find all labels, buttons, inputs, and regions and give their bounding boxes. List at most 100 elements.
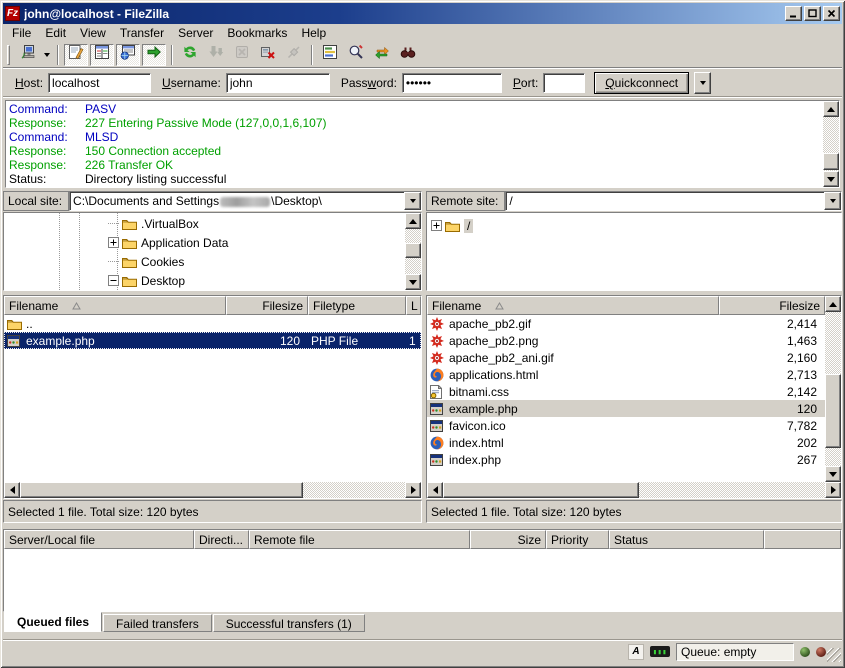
menu-item-server[interactable]: Server <box>171 24 220 42</box>
queue-toggle-button[interactable] <box>142 44 166 66</box>
scroll-left-button[interactable] <box>4 482 20 498</box>
local-tree-scrollbar[interactable] <box>405 213 421 290</box>
site-manager-dropdown[interactable] <box>40 44 53 66</box>
column-header-filesize[interactable]: Filesize <box>719 296 825 315</box>
file-row[interactable]: favicon.ico7,782 <box>427 417 825 434</box>
scroll-up-button[interactable] <box>823 101 839 117</box>
file-row[interactable]: apache_pb2.png1,463 <box>427 332 825 349</box>
find-files-button[interactable] <box>396 44 420 66</box>
scroll-down-button[interactable] <box>823 171 839 187</box>
toolbar-grip[interactable] <box>7 45 10 65</box>
queue-column-status[interactable]: Status <box>609 530 764 549</box>
column-header-filesize[interactable]: Filesize <box>226 296 308 315</box>
file-row[interactable]: applications.html2,713 <box>427 366 825 383</box>
queue-column-blank[interactable] <box>764 530 841 549</box>
scroll-thumb[interactable] <box>405 243 421 258</box>
close-button[interactable] <box>823 6 840 21</box>
menu-item-edit[interactable]: Edit <box>38 24 73 42</box>
tree-item-desktop[interactable]: Desktop <box>108 271 185 290</box>
tree-item--virtualbox[interactable]: .VirtualBox <box>108 214 199 233</box>
scroll-thumb[interactable] <box>443 482 639 498</box>
file-row[interactable]: example.php120 <box>427 400 825 417</box>
title-bar[interactable]: Fz john@localhost - FileZilla <box>3 3 842 24</box>
remote-directory-tree[interactable]: / <box>427 213 841 290</box>
scroll-thumb[interactable] <box>20 482 303 498</box>
quickconnect-button[interactable]: Quickconnect <box>594 72 689 94</box>
queue-column-priority[interactable]: Priority <box>546 530 609 549</box>
queue-column-remote-file[interactable]: Remote file <box>249 530 470 549</box>
tree-item-cookies[interactable]: Cookies <box>108 252 184 271</box>
remote-hscrollbar[interactable] <box>427 482 841 498</box>
resize-grip[interactable] <box>827 648 841 662</box>
column-header-l[interactable]: L <box>406 296 421 315</box>
directory-comparison-button[interactable] <box>344 44 368 66</box>
file-row[interactable]: index.php267 <box>427 451 825 468</box>
local-site-dropdown[interactable] <box>404 192 421 210</box>
menu-item-bookmarks[interactable]: Bookmarks <box>220 24 294 42</box>
remote-vscrollbar[interactable] <box>825 296 841 482</box>
menu-item-view[interactable]: View <box>73 24 113 42</box>
tab-queued-files[interactable]: Queued files <box>4 612 102 632</box>
host-input[interactable] <box>48 73 151 93</box>
queue-body[interactable] <box>4 549 841 611</box>
menu-item-transfer[interactable]: Transfer <box>113 24 171 42</box>
local-tree-toggle-button[interactable] <box>90 44 114 66</box>
log-scrollbar[interactable] <box>823 101 839 187</box>
tree-expander[interactable] <box>108 237 119 248</box>
synchronized-browsing-button[interactable] <box>370 44 394 66</box>
tab-failed-transfers[interactable]: Failed transfers <box>103 614 212 632</box>
minimize-button[interactable] <box>785 6 802 21</box>
file-row[interactable]: .. <box>4 315 421 332</box>
disconnect-button[interactable] <box>256 44 280 66</box>
file-row[interactable]: index.html202 <box>427 434 825 451</box>
local-site-combobox[interactable]: C:\Documents and Settings\Desktop\ <box>69 191 422 211</box>
queue-column-size[interactable]: Size <box>470 530 546 549</box>
remote-site-combobox[interactable]: / <box>505 191 842 211</box>
local-hscrollbar[interactable] <box>4 482 421 498</box>
tree-expander[interactable] <box>108 275 119 286</box>
column-header-filename[interactable]: Filename <box>4 296 226 315</box>
scroll-right-button[interactable] <box>825 482 841 498</box>
quickconnect-dropdown[interactable] <box>694 72 711 94</box>
local-file-list[interactable]: ..example.php120PHP File1 <box>4 315 421 482</box>
menu-item-file[interactable]: File <box>5 24 38 42</box>
scroll-left-button[interactable] <box>427 482 443 498</box>
column-header-filename[interactable]: Filename <box>427 296 719 315</box>
site-manager-button[interactable] <box>15 44 39 66</box>
scroll-up-button[interactable] <box>405 213 421 229</box>
scroll-thumb[interactable] <box>823 153 839 170</box>
refresh-button[interactable] <box>178 44 202 66</box>
remote-selection-status: Selected 1 file. Total size: 120 bytes <box>426 500 842 523</box>
scroll-down-button[interactable] <box>405 274 421 290</box>
queue-column-server-local-file[interactable]: Server/Local file <box>4 530 194 549</box>
speed-limit-icon[interactable]: ▮▮▮ <box>650 646 670 657</box>
tree-expander[interactable] <box>431 220 442 231</box>
remote-site-dropdown[interactable] <box>824 192 841 210</box>
password-input[interactable] <box>402 73 502 93</box>
reconnect-button[interactable] <box>282 44 306 66</box>
remote-file-list[interactable]: apache_pb2.gif2,414apache_pb2.png1,463ap… <box>427 315 825 482</box>
menu-item-help[interactable]: Help <box>294 24 333 42</box>
file-row[interactable]: example.php120PHP File1 <box>4 332 421 349</box>
column-header-filetype[interactable]: Filetype <box>308 296 406 315</box>
process-queue-button[interactable] <box>204 44 228 66</box>
port-input[interactable] <box>543 73 585 93</box>
scroll-right-button[interactable] <box>405 482 421 498</box>
tree-item-application-data[interactable]: Application Data <box>108 233 228 252</box>
file-row[interactable]: apache_pb2_ani.gif2,160 <box>427 349 825 366</box>
filter-button[interactable] <box>318 44 342 66</box>
scroll-down-button[interactable] <box>825 466 841 482</box>
remote-tree-toggle-button[interactable] <box>116 44 140 66</box>
local-directory-tree[interactable]: .VirtualBoxApplication DataCookiesDeskto… <box>4 213 405 290</box>
queue-column-directi-[interactable]: Directi... <box>194 530 249 549</box>
tab-successful-transfers-1-[interactable]: Successful transfers (1) <box>213 614 365 632</box>
scroll-thumb[interactable] <box>825 374 841 448</box>
cancel-operation-button[interactable] <box>230 44 254 66</box>
username-input[interactable] <box>226 73 330 93</box>
scroll-up-button[interactable] <box>825 296 841 312</box>
message-log-toggle-button[interactable] <box>64 44 88 66</box>
file-row[interactable]: bitnami.css2,142 <box>427 383 825 400</box>
tree-item-root[interactable]: / <box>431 216 473 235</box>
maximize-button[interactable] <box>804 6 821 21</box>
file-row[interactable]: apache_pb2.gif2,414 <box>427 315 825 332</box>
